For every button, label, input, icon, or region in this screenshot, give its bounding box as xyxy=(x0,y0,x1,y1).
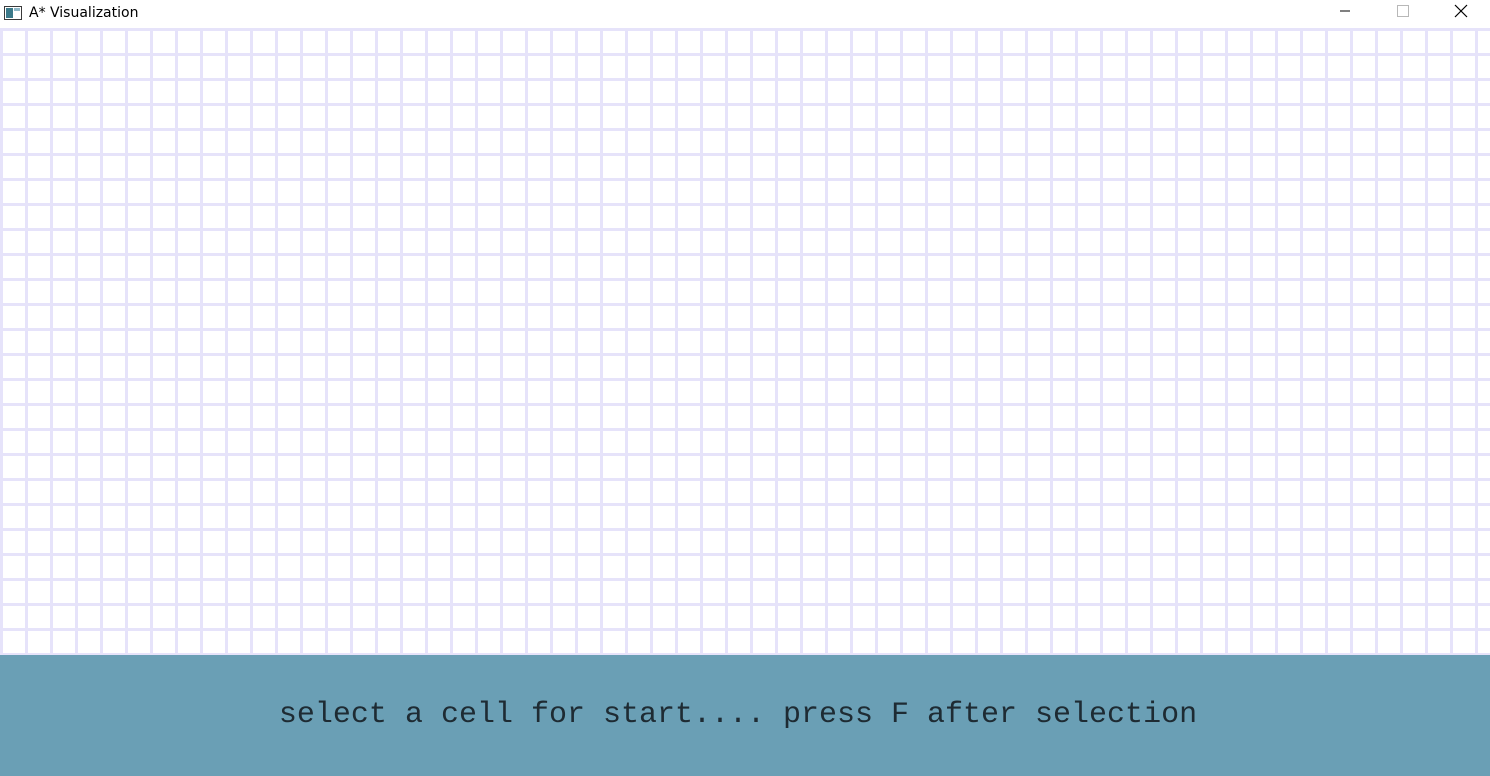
status-message: select a cell for start.... press F afte… xyxy=(278,697,1198,732)
status-bar: select a cell for start.... press F afte… xyxy=(0,655,1490,776)
window-controls xyxy=(1316,0,1490,26)
maximize-button[interactable] xyxy=(1374,0,1432,26)
window-title: A* Visualization xyxy=(29,5,139,21)
close-icon xyxy=(1454,4,1468,23)
app-window: A* Visualization select a cell for start… xyxy=(0,0,1490,776)
minimize-button[interactable] xyxy=(1316,0,1374,26)
title-bar[interactable]: A* Visualization xyxy=(0,0,1490,26)
maximize-icon xyxy=(1397,4,1409,22)
cell-grid[interactable] xyxy=(0,28,1490,655)
minimize-icon xyxy=(1339,4,1351,22)
app-window-icon xyxy=(4,6,22,20)
close-button[interactable] xyxy=(1432,0,1490,26)
